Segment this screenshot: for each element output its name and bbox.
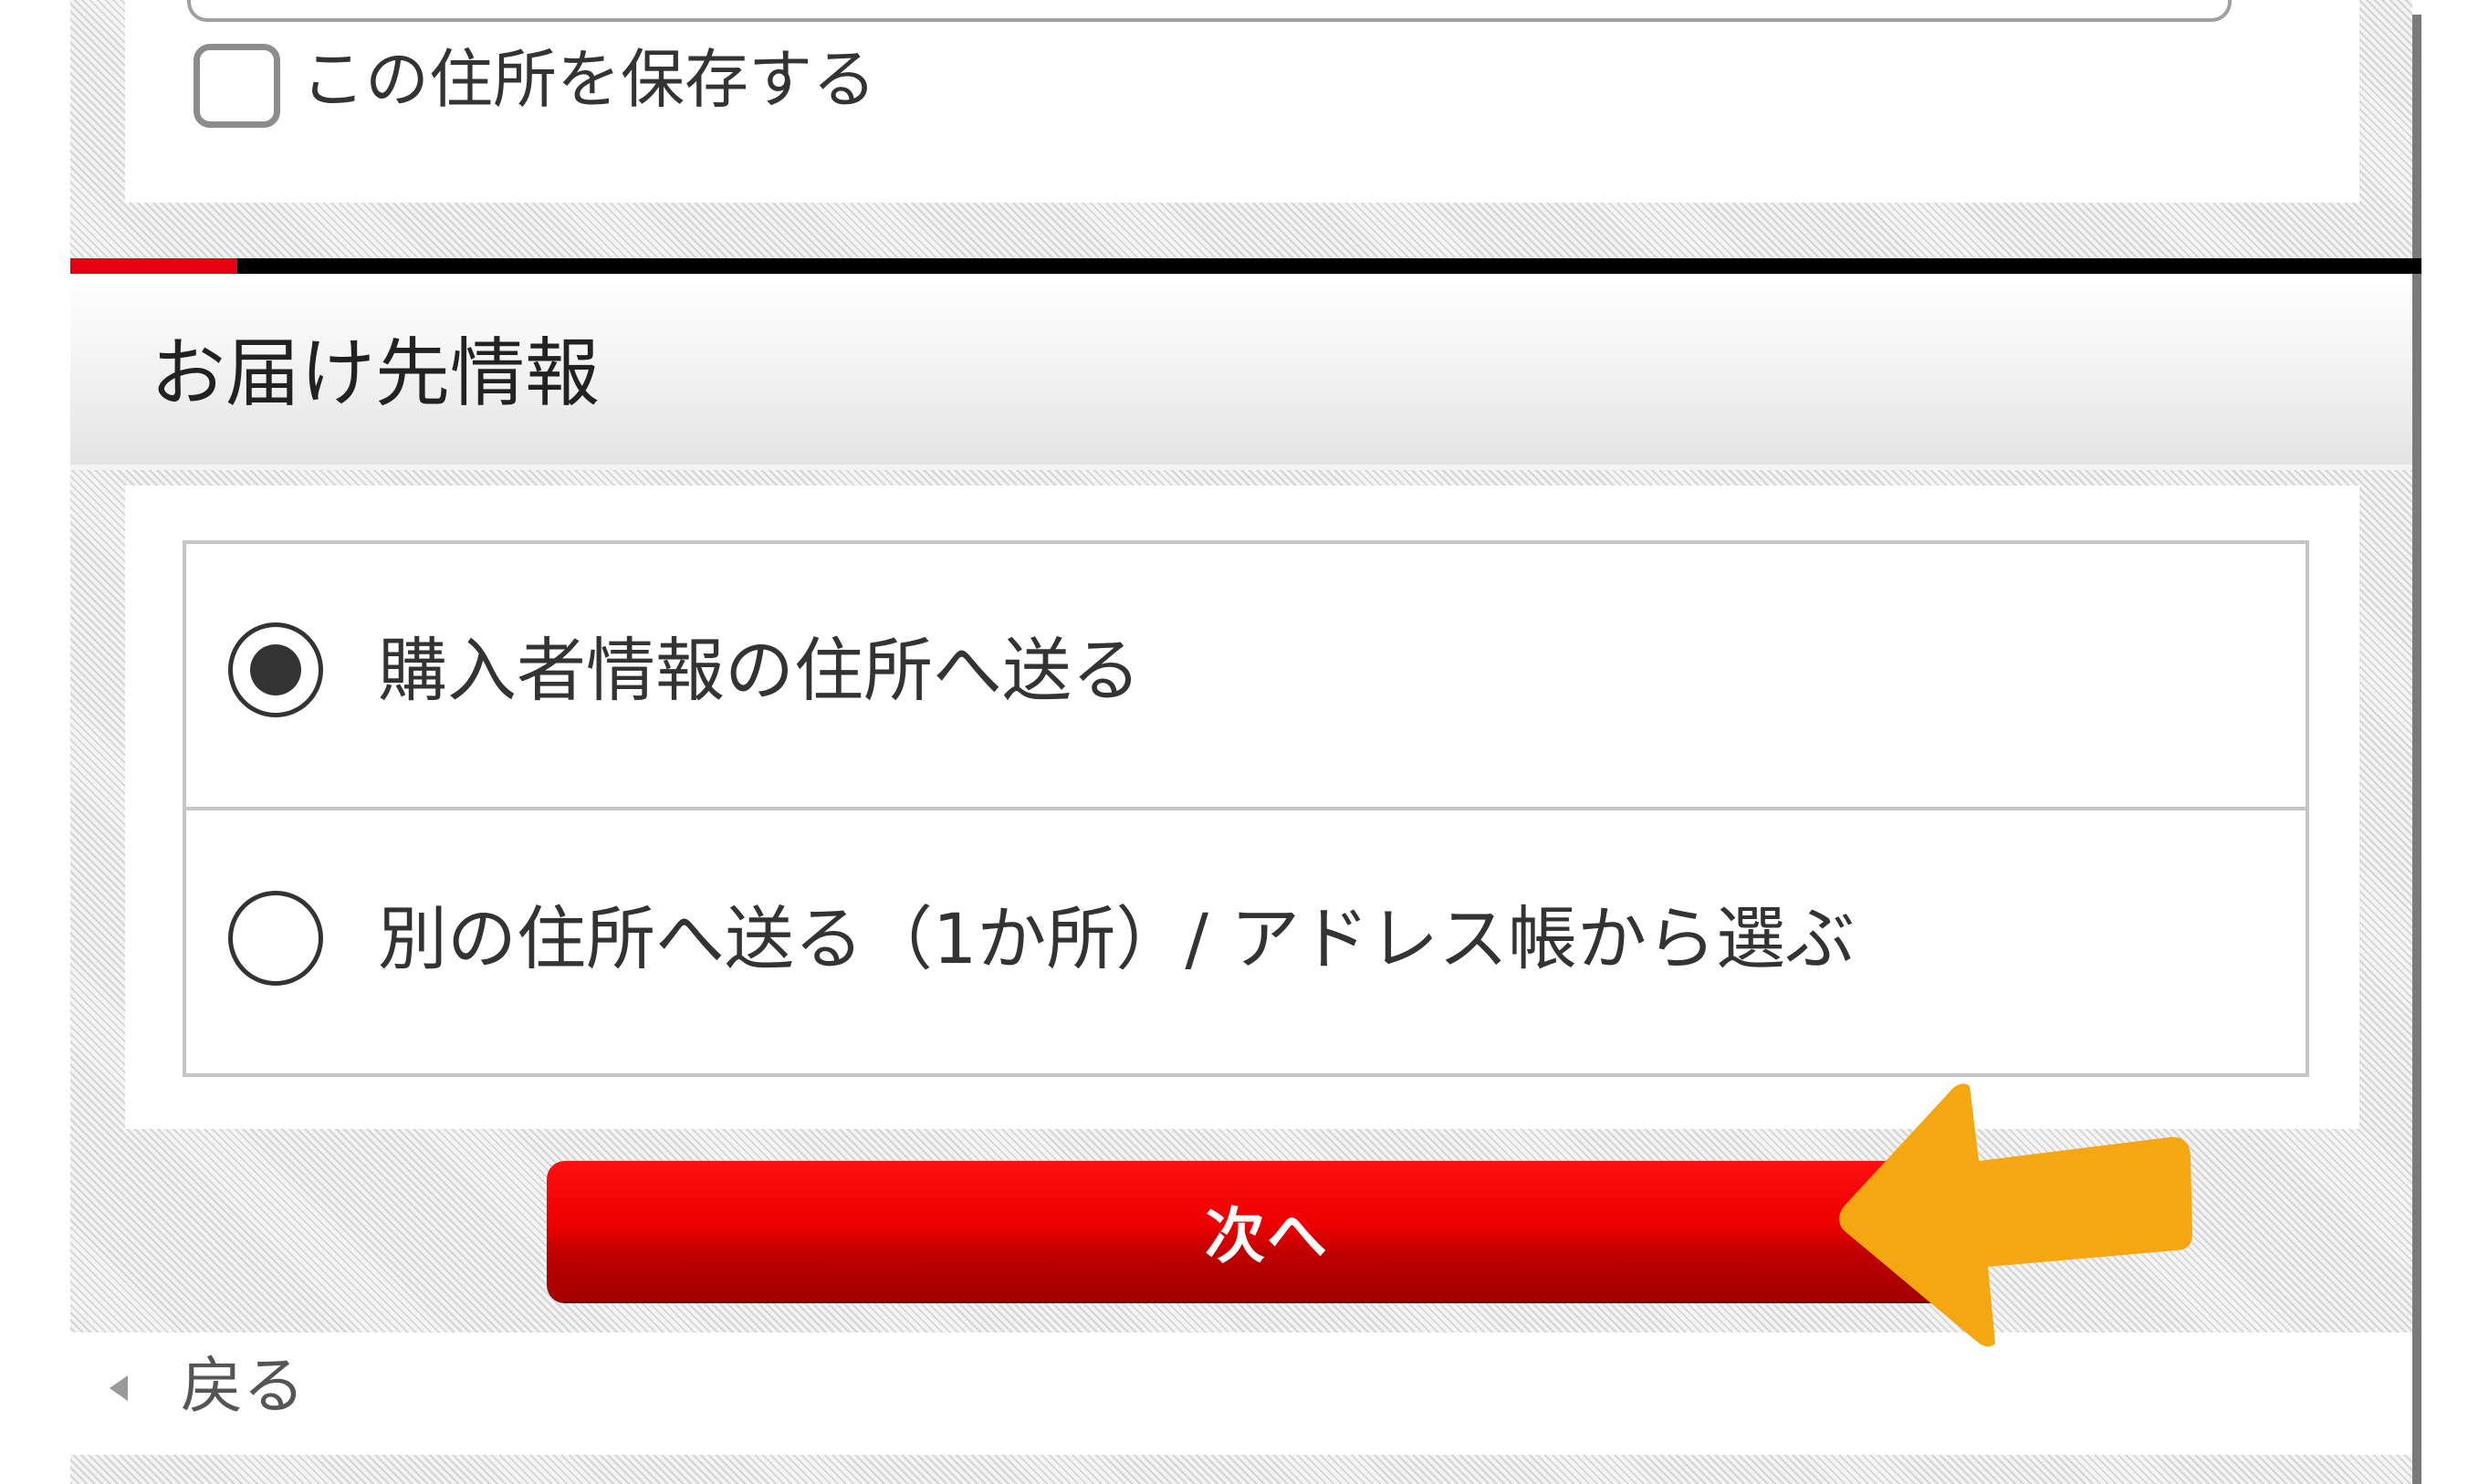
- save-address-label[interactable]: この住所を保存する: [301, 32, 876, 128]
- next-button[interactable]: 次へ: [547, 1161, 1987, 1301]
- option-label: 別の住所へ送る（1か所）/ アドレス帳から選ぶ: [378, 898, 1856, 979]
- radio-selected-icon[interactable]: [228, 622, 323, 717]
- arrow-left-icon: [1839, 1083, 2192, 1347]
- delivery-option-buyer-address[interactable]: 購入者情報の住所へ送る: [186, 544, 2306, 810]
- right-edge-rule: [2412, 15, 2421, 1484]
- triangle-left-icon: [110, 1375, 128, 1401]
- section-divider: [70, 258, 2421, 274]
- address-input-field[interactable]: [187, 0, 2232, 22]
- radio-unselected-icon[interactable]: [228, 891, 323, 986]
- delivery-option-other-address[interactable]: 別の住所へ送る（1か所）/ アドレス帳から選ぶ: [186, 814, 2306, 1073]
- next-button-label: 次へ: [1205, 1201, 1329, 1271]
- back-link[interactable]: 戻る: [181, 1342, 305, 1433]
- save-address-checkbox[interactable]: [193, 44, 280, 128]
- option-label: 購入者情報の住所へ送る: [378, 630, 1141, 711]
- section-title: お届け先情報: [151, 330, 601, 417]
- back-bar: [70, 1332, 2412, 1455]
- radio-dot: [250, 644, 301, 695]
- section-divider-accent: [70, 258, 237, 274]
